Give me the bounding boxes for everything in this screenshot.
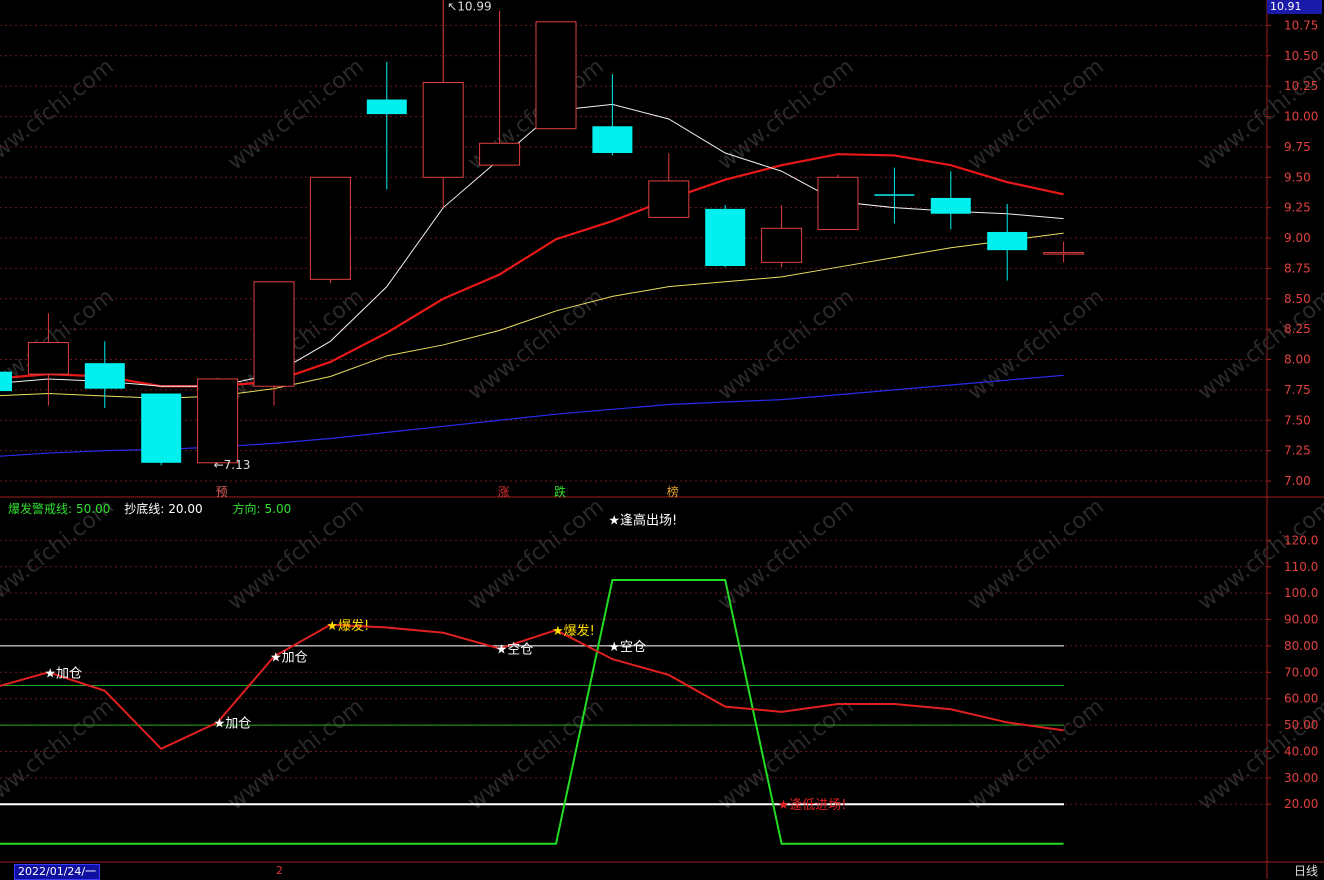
direction-label: 方向:: [232, 502, 261, 516]
candle-body-down: [84, 363, 125, 389]
signal-annotation: ★空仓: [608, 640, 646, 655]
candle-body-up: [197, 378, 239, 464]
watermark-text: www.cfchi.com: [963, 494, 1108, 615]
price-tick-label: 10.00: [1284, 110, 1318, 124]
price-tick-label: 8.25: [1284, 322, 1311, 336]
indicator-tick-label: 80.00: [1284, 639, 1318, 653]
candle-body-down: [366, 99, 407, 115]
low-price-label: ←7.13: [214, 458, 251, 472]
date-display[interactable]: 2022/01/24/一: [14, 864, 101, 880]
bottom-line-label: 抄底线:: [124, 502, 165, 516]
current-price-badge: 10.91: [1267, 0, 1322, 14]
price-tick-label: 8.00: [1284, 353, 1311, 367]
signal-annotation: ★加仓: [44, 666, 82, 681]
signal-annotation: ★空仓: [496, 643, 534, 658]
watermark-text: www.cfchi.com: [223, 284, 368, 405]
candle-body-up: [761, 227, 803, 263]
watermark-text: www.cfchi.com: [963, 694, 1108, 815]
indicator-tick-label: 120.0: [1284, 533, 1318, 547]
price-tick-label: 7.00: [1284, 474, 1311, 488]
period-selector[interactable]: 日线: [1294, 863, 1318, 879]
candle-body-down: [0, 371, 12, 392]
candle-body-down: [987, 231, 1028, 251]
candle-body-down: [141, 393, 182, 463]
indicator-tick-label: 30.00: [1284, 771, 1318, 785]
ma-yellow-line: [0, 232, 1064, 399]
candle-body-up: [1043, 252, 1085, 255]
indicator-tick-label: 90.00: [1284, 613, 1318, 627]
indicator-tick-label: 70.00: [1284, 665, 1318, 679]
high-price-label: ↖10.99: [447, 0, 491, 13]
signal-marker: 预: [216, 485, 228, 499]
price-tick-label: 7.50: [1284, 413, 1311, 427]
price-tick-label: 9.50: [1284, 170, 1311, 184]
signal-annotation: ★爆发!: [552, 623, 595, 639]
signal-annotation: ★加仓: [214, 716, 252, 731]
candle-body-down: [930, 197, 971, 214]
watermark-text: www.cfchi.com: [463, 694, 608, 815]
price-tick-label: 8.50: [1284, 292, 1311, 306]
indicator-tick-label: 40.00: [1284, 744, 1318, 758]
candle-body-up: [422, 82, 464, 178]
watermark-text: www.cfchi.com: [463, 494, 608, 615]
candle-body-up: [27, 342, 69, 375]
watermark-text: www.cfchi.com: [713, 494, 858, 615]
signal-marker: 榜: [667, 484, 679, 499]
price-tick-label: 10.50: [1284, 49, 1318, 63]
price-tick-label: 9.25: [1284, 201, 1311, 215]
price-tick-label: 7.25: [1284, 444, 1311, 458]
candle-body-up: [817, 176, 859, 231]
window-tab-2[interactable]: 2: [276, 864, 283, 878]
candle-body-down: [874, 194, 915, 196]
signal-marker: 跌: [554, 484, 566, 499]
indicator-tick-label: 110.0: [1284, 560, 1318, 574]
indicator-tick-label: 20.00: [1284, 797, 1318, 811]
indicator-tick-label: 50.00: [1284, 718, 1318, 732]
signal-annotation: ★逢高出场!: [608, 512, 677, 528]
direction-value: 5.00: [264, 502, 292, 516]
watermark-text: www.cfchi.com: [223, 694, 368, 815]
signal-annotation: ★加仓: [270, 650, 308, 665]
signal-annotation: ★爆发!: [326, 618, 369, 634]
watermark-text: www.cfchi.com: [223, 54, 368, 175]
alert-line-label: 爆发警戒线:: [8, 502, 73, 516]
watermark-text: www.cfchi.com: [713, 54, 858, 175]
candle-body-up: [253, 281, 295, 387]
candle-body-down: [705, 208, 746, 266]
chart-canvas[interactable]: www.cfchi.com www.cfchi.com www.cfchi.com w…: [0, 0, 1324, 879]
candle-body-down: [592, 126, 633, 153]
signal-annotation: ★逢低进场!: [778, 798, 847, 813]
indicator-legend: 爆发警戒线: 50.00 抄底线: 20.00 方向: 5.00: [8, 500, 295, 517]
watermark-text: www.cfchi.com: [0, 54, 119, 175]
signal-marker: 涨: [498, 484, 510, 499]
bottom-line-value: 20.00: [168, 502, 203, 516]
price-tick-label: 10.75: [1284, 18, 1318, 32]
watermark-text: www.cfchi.com: [963, 54, 1108, 175]
candle-body-up: [309, 176, 351, 280]
watermark-text: www.cfchi.com: [713, 284, 858, 405]
candle-body-up: [535, 21, 577, 130]
candle-body-up: [648, 180, 690, 218]
watermark-text: www.cfchi.com: [963, 284, 1108, 405]
price-tick-label: 8.75: [1284, 261, 1311, 275]
indicator-tick-label: 60.00: [1284, 692, 1318, 706]
alert-line-value: 50.00: [76, 502, 111, 516]
watermark-text: www.cfchi.com: [0, 694, 119, 815]
price-tick-label: 9.75: [1284, 140, 1311, 154]
price-tick-label: 9.00: [1284, 231, 1311, 245]
price-tick-label: 10.25: [1284, 79, 1318, 93]
price-tick-label: 7.75: [1284, 383, 1311, 397]
indicator-tick-label: 100.0: [1284, 586, 1318, 600]
candle-body-up: [479, 142, 521, 166]
